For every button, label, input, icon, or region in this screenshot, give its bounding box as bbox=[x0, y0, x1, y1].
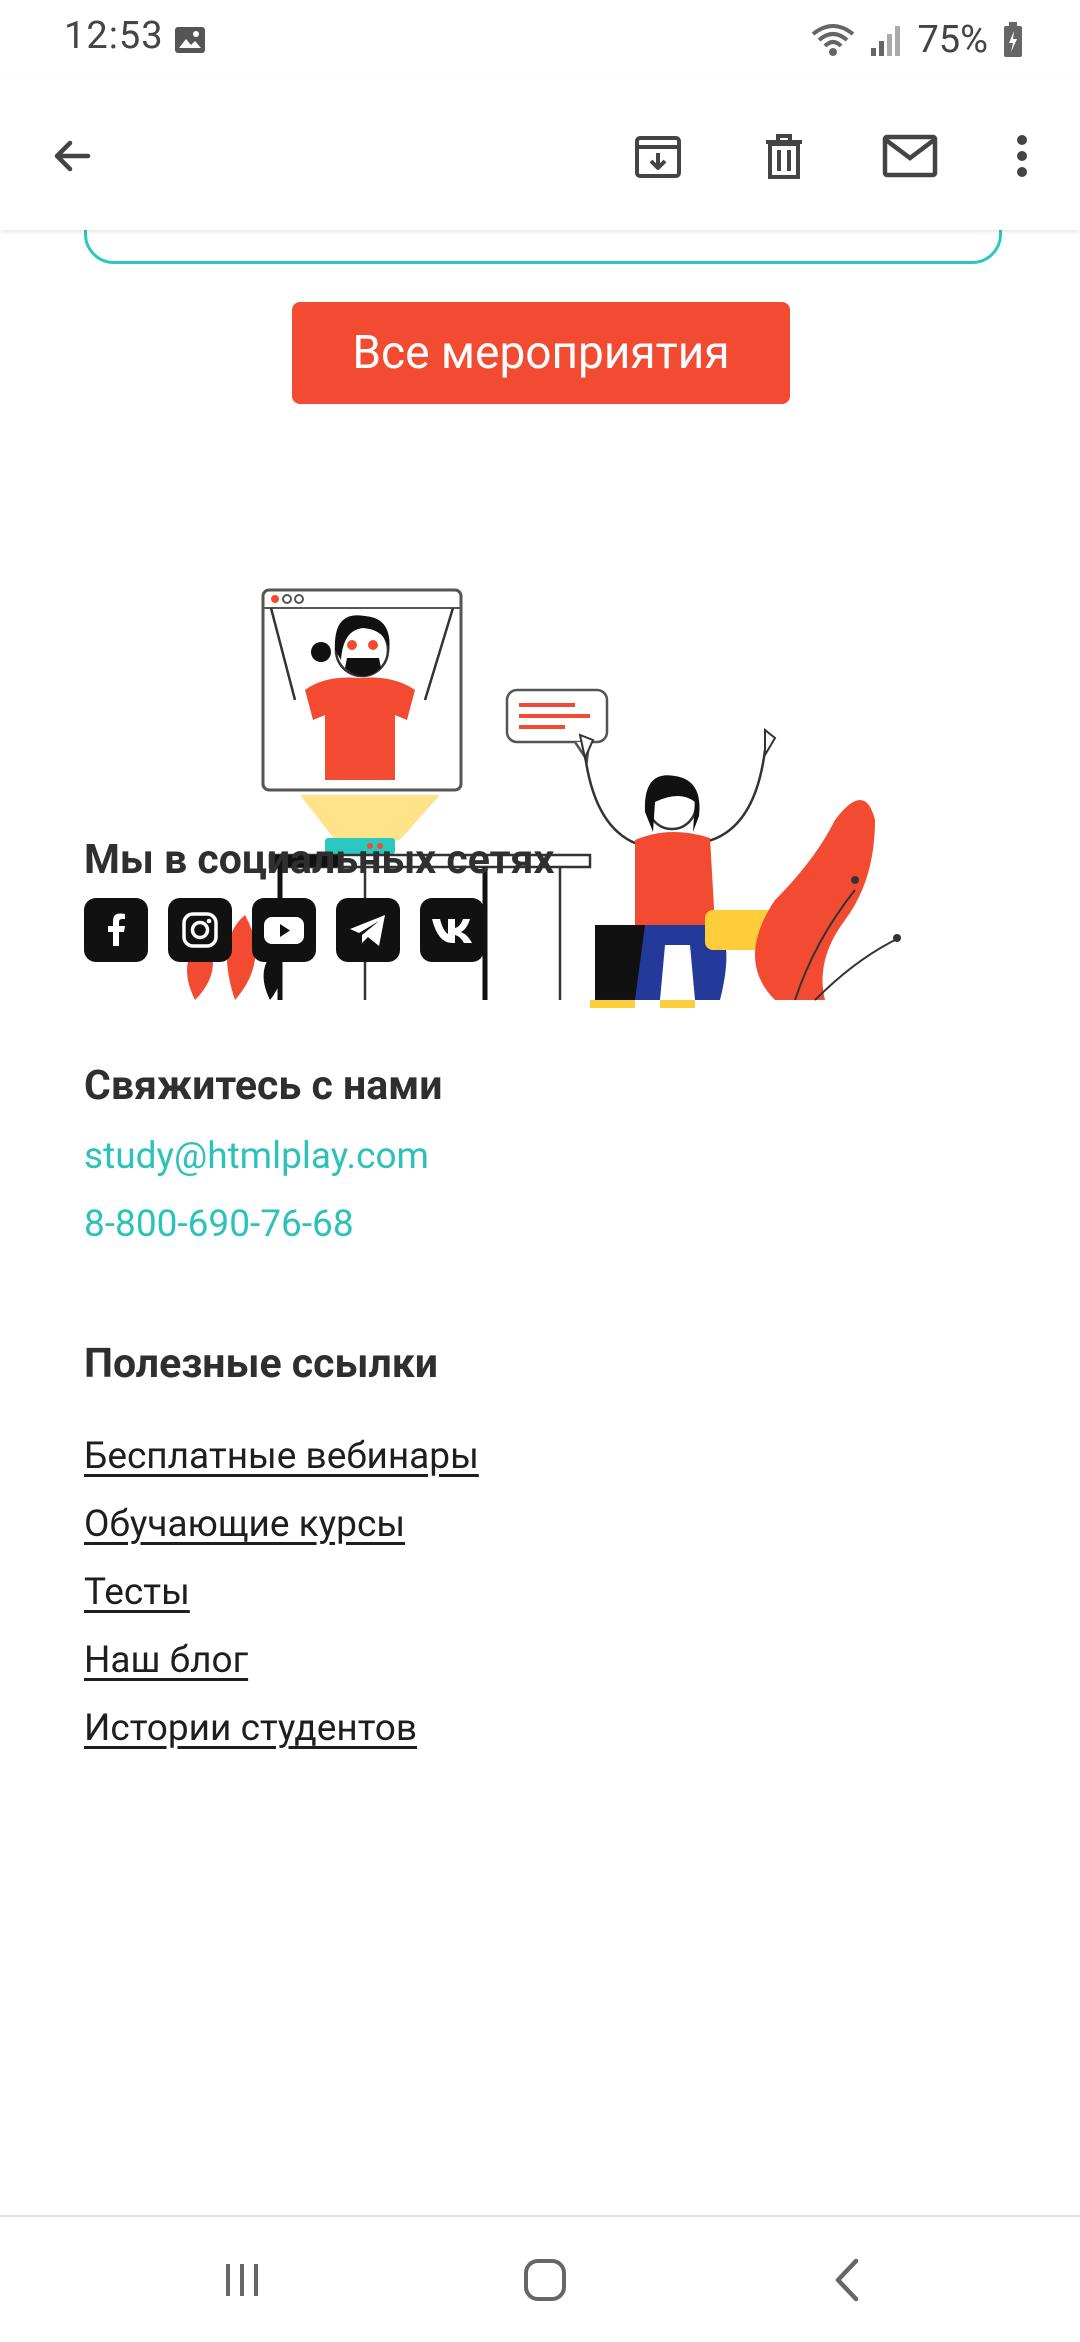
back-icon[interactable] bbox=[818, 2255, 878, 2305]
mark-unread-icon[interactable] bbox=[878, 124, 942, 188]
contact-phone-link[interactable]: 8-800-690-76-68 bbox=[84, 1203, 354, 1246]
link-tests[interactable]: Тесты bbox=[84, 1571, 190, 1614]
status-indicators: 75% bbox=[811, 14, 1024, 66]
useful-links-title: Полезные ссылки bbox=[84, 1340, 439, 1388]
wifi-icon bbox=[812, 24, 855, 56]
system-nav-bar bbox=[0, 2215, 1080, 2342]
all-events-button[interactable]: Все мероприятия bbox=[292, 302, 790, 404]
social-links bbox=[84, 898, 484, 962]
archive-icon[interactable] bbox=[626, 124, 690, 188]
more-vert-icon[interactable] bbox=[990, 124, 1054, 188]
telegram-icon[interactable] bbox=[336, 898, 400, 962]
app-bar bbox=[0, 80, 1080, 230]
status-bar: 12:53 75% bbox=[0, 0, 1080, 80]
recent-apps-icon[interactable] bbox=[212, 2255, 272, 2305]
status-time: 12:53 bbox=[64, 14, 164, 58]
link-free-webinars[interactable]: Бесплатные вебинары bbox=[84, 1435, 479, 1478]
instagram-icon[interactable] bbox=[168, 898, 232, 962]
home-icon[interactable] bbox=[515, 2255, 575, 2305]
link-blog[interactable]: Наш блог bbox=[84, 1639, 248, 1682]
facebook-icon[interactable] bbox=[84, 898, 148, 962]
delete-icon[interactable] bbox=[752, 124, 816, 188]
link-courses[interactable]: Обучающие курсы bbox=[84, 1503, 405, 1546]
youtube-icon[interactable] bbox=[252, 898, 316, 962]
battery-icon bbox=[1004, 22, 1022, 57]
card-bottom-border bbox=[84, 230, 1002, 264]
battery-percent: 75% bbox=[917, 18, 988, 62]
signal-icon bbox=[871, 26, 901, 56]
socials-title: Мы в социальных сетях bbox=[84, 836, 555, 884]
vk-icon[interactable] bbox=[420, 898, 484, 962]
link-student-stories[interactable]: Истории студентов bbox=[84, 1707, 417, 1750]
back-arrow-icon[interactable] bbox=[40, 124, 104, 188]
image-notification-icon bbox=[175, 27, 205, 53]
email-body[interactable]: Все мероприятия Мы в социальных сетях Св… bbox=[0, 230, 1080, 2215]
contact-title: Свяжитесь с нами bbox=[84, 1062, 443, 1110]
contact-email-link[interactable]: study@htmlplay.com bbox=[84, 1135, 429, 1178]
